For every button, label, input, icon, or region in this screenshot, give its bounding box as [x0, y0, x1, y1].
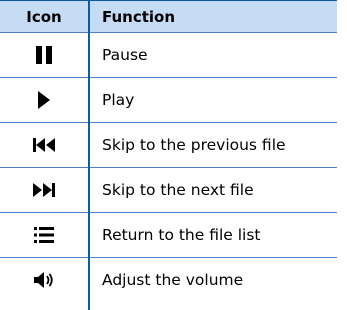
- column-divider: [88, 0, 90, 310]
- table-row: Return to the file list: [0, 213, 337, 257]
- table-row: Skip to the previous file: [0, 123, 337, 167]
- row-function-label: Return to the file list: [102, 226, 261, 244]
- row-function-label: Adjust the volume: [102, 271, 244, 289]
- header-function-column: Function: [102, 8, 176, 26]
- play-icon: [0, 78, 88, 122]
- volume-icon: [0, 258, 88, 302]
- table-row: Play: [0, 78, 337, 122]
- table-row: Skip to the next file: [0, 168, 337, 212]
- pause-icon: [0, 33, 88, 77]
- table-row: Pause: [0, 33, 337, 77]
- file-list-icon: [0, 213, 88, 257]
- table-row: Adjust the volume: [0, 258, 337, 302]
- row-function-label: Skip to the next file: [102, 181, 254, 199]
- skip-next-icon: [0, 168, 88, 212]
- row-function-label: Play: [102, 91, 135, 109]
- row-function-label: Pause: [102, 46, 148, 64]
- table-header: Icon Function: [0, 0, 337, 32]
- header-icon-column: Icon: [26, 8, 62, 26]
- skip-previous-icon: [0, 123, 88, 167]
- row-function-label: Skip to the previous file: [102, 136, 286, 154]
